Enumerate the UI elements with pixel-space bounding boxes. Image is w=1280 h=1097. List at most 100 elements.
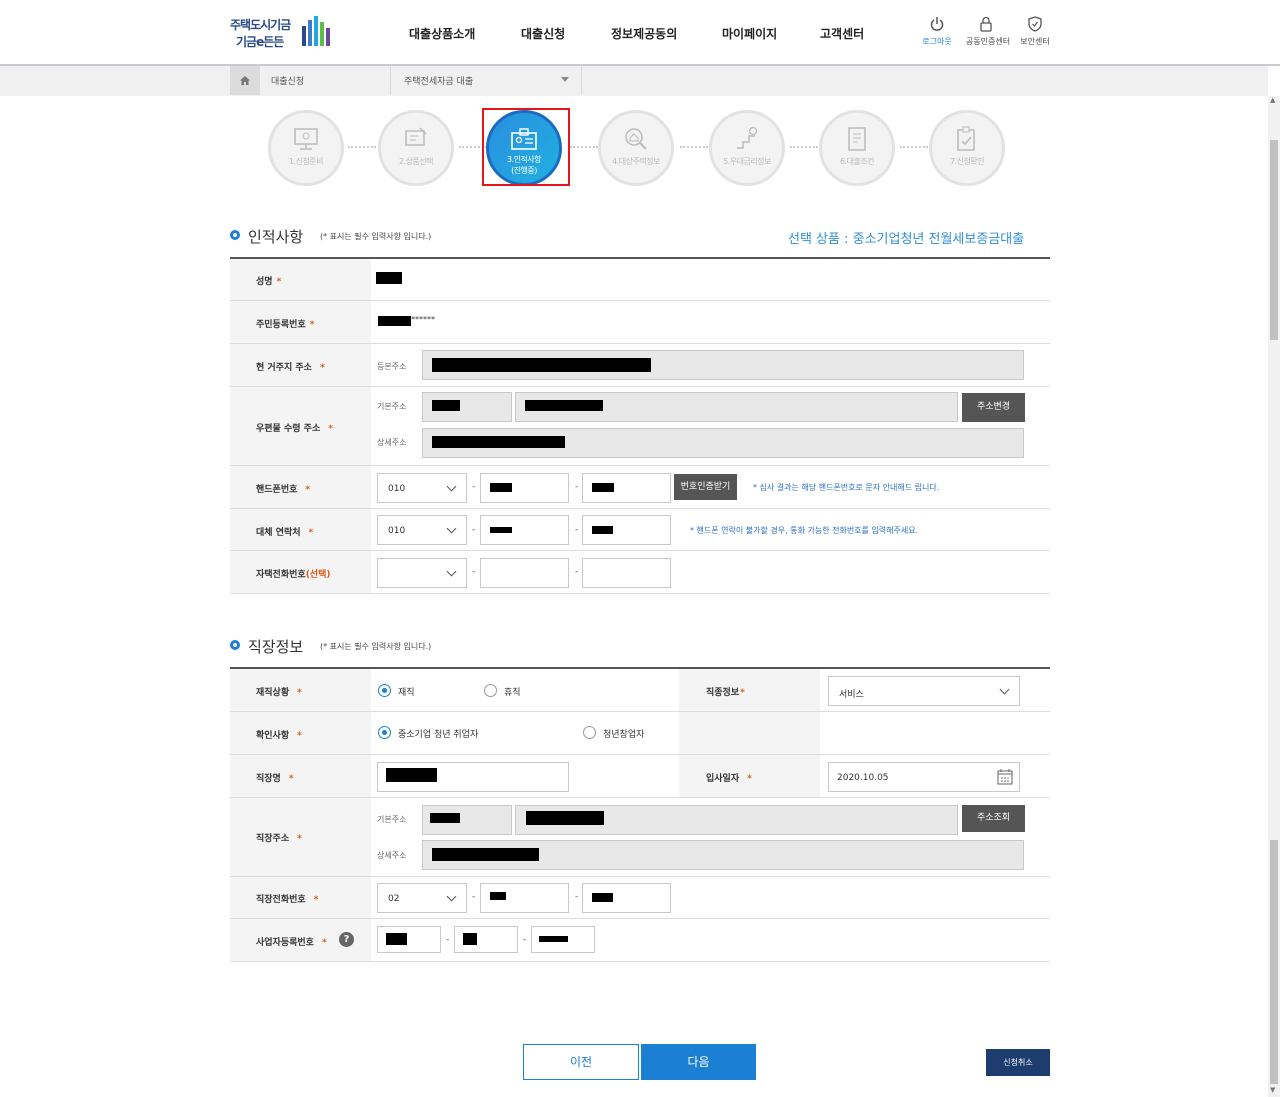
phone-label: 핸드폰번호 * [256,485,311,495]
selected-product: 선택 상품 : 중소기업청년 전월세보증금대출 [788,232,1025,247]
logo-line1: 주택도시기금 [230,18,291,32]
calendar-icon[interactable] [997,769,1013,785]
work-zip-redacted [430,813,460,823]
cert-center-label: 공동인증센터 [966,37,1011,46]
alt-phone-hint: * 핸드폰 연락이 불가할 경우, 통화 가능한 전화번호를 입력해주세요. [690,526,919,535]
cancel-application-button[interactable]: 신청취소 [986,1049,1050,1076]
logout-label: 로그아웃 [922,37,952,46]
name-value-redacted [376,272,402,284]
prev-button[interactable]: 이전 [523,1044,639,1080]
cert-center-button[interactable]: 공동인증센터 [966,16,1010,47]
scroll-down-arrow-icon[interactable]: ▼ [1270,1086,1275,1094]
phone-prefix-select[interactable]: 010 [377,473,467,503]
work-basic-sublabel: 기본주소 [377,815,407,824]
status-employed-radio[interactable] [378,684,391,697]
help-icon[interactable]: ? [339,932,354,947]
home-phone-prefix-select[interactable] [377,558,467,588]
monitor-icon [294,128,318,150]
work-phone-label: 직장전화번호 * [256,895,319,905]
work-phone-middle-redacted [490,892,506,900]
chevron-down-icon [999,684,1010,695]
step-2: 2.상품선택 [378,110,454,186]
confirm-sme-youth-label: 중소기업 청년 취업자 [398,730,479,740]
home-phone-middle-field[interactable] [480,558,569,588]
change-address-button[interactable]: 주소변경 [962,393,1025,422]
work-address-label: 직장주소 * [256,834,302,844]
biz-reg-first-redacted [386,933,407,945]
rrn-mask: ****** [411,315,435,324]
mail-address-label: 우편물 수령 주소 * [256,424,333,434]
nav-info-consent[interactable]: 정보제공동의 [611,25,677,42]
current-address-sublabel: 등본주소 [377,362,407,371]
breadcrumb-bar [0,66,1268,96]
mail-detail-redacted [432,436,565,448]
step-5-label: 5.우대금리정보 [723,157,771,166]
confirm-label: 확인사항 * [256,731,302,741]
name-label: 성명 * [256,277,282,287]
work-phone-last-redacted [592,893,613,902]
job-label: 직종정보* [706,688,745,698]
scrollbar-thumb[interactable] [1270,140,1278,340]
site-header: 주택도시기금 기금e든든 대출상품소개 대출신청 정보제공동의 마이페이지 고객… [0,0,1280,66]
confirm-startup-radio[interactable] [583,726,596,739]
logout-button[interactable]: 로그아웃 [917,16,957,47]
personal-required-note: (* 표시는 필수 입력사항 입니다.) [320,232,432,241]
next-button[interactable]: 다음 [641,1044,756,1080]
join-date-field[interactable]: 2020.10.05 [828,762,1020,792]
power-icon [930,17,944,31]
site-logo[interactable]: 주택도시기금 기금e든든 [230,16,334,52]
step-4-label: 4.대상주택정보 [612,157,660,166]
phone-middle-redacted [490,483,512,492]
rrn-value-redacted [378,316,411,326]
phone-verify-button[interactable]: 번호인증받기 [674,474,737,500]
nav-mypage[interactable]: 마이페이지 [722,25,777,42]
phone-last-redacted [592,483,614,492]
nav-loan-products[interactable]: 대출상품소개 [409,25,475,42]
section-bullet-icon [230,640,240,650]
rrn-label: 주민등록번호 * [256,320,315,330]
chevron-down-icon [561,77,569,82]
alt-phone-middle-redacted [490,527,512,533]
company-label: 직장명 * [256,774,294,784]
home-phone-label: 자택전화번호(선택) [256,570,331,580]
current-step-highlight [482,108,570,186]
mail-detail-sublabel: 상세주소 [377,438,407,447]
scrollbar-thumb-lower[interactable] [1270,840,1278,1084]
status-employed-label: 재직 [398,688,415,698]
page-scrollbar[interactable]: ▲ ▼ [1268,96,1280,1097]
house-search-icon [625,128,647,150]
join-date-label: 입사일자 * [706,774,752,784]
chevron-down-icon [446,481,457,492]
work-section-title: 직장정보 [248,638,304,656]
scroll-up-arrow-icon[interactable]: ▲ [1270,96,1275,104]
confirm-sme-youth-radio[interactable] [378,726,391,739]
company-name-redacted [386,768,437,782]
product-select-icon [405,127,427,146]
search-address-button[interactable]: 주소조회 [962,805,1025,832]
job-select[interactable]: 서비스 [828,676,1020,706]
home-button[interactable] [230,66,260,95]
chevron-down-icon [446,891,457,902]
mail-basic-redacted [525,400,603,411]
breadcrumb-select[interactable]: 주택전세자금 대출 [390,66,582,95]
nav-customer-center[interactable]: 고객센터 [820,25,864,42]
alt-phone-label: 대체 연락처 * [256,528,314,538]
biz-reg-middle-redacted [463,933,477,945]
confirm-startup-label: 청년창업자 [603,730,645,740]
breadcrumb-first[interactable]: 대출신청 [271,74,304,87]
biz-reg-last-redacted [539,936,568,942]
logo-line2: 기금e든든 [236,35,284,49]
status-leave-radio[interactable] [484,684,497,697]
status-label: 재직상황 * [256,688,302,698]
home-phone-last-field[interactable] [582,558,671,588]
rate-up-icon [737,126,758,149]
lock-icon [980,16,992,32]
step-7-label: 7.신청확인 [949,157,985,166]
step-6-label: 6.대출조건 [839,157,875,166]
work-phone-prefix-select[interactable]: 02 [377,883,467,913]
nav-loan-apply[interactable]: 대출신청 [521,25,565,42]
security-center-button[interactable]: 보안센터 [1015,16,1055,47]
personal-section-title: 인적사항 [248,228,304,246]
work-required-note: (* 표시는 필수 입력사항 입니다.) [320,642,432,651]
alt-phone-prefix-select[interactable]: 010 [377,515,467,545]
